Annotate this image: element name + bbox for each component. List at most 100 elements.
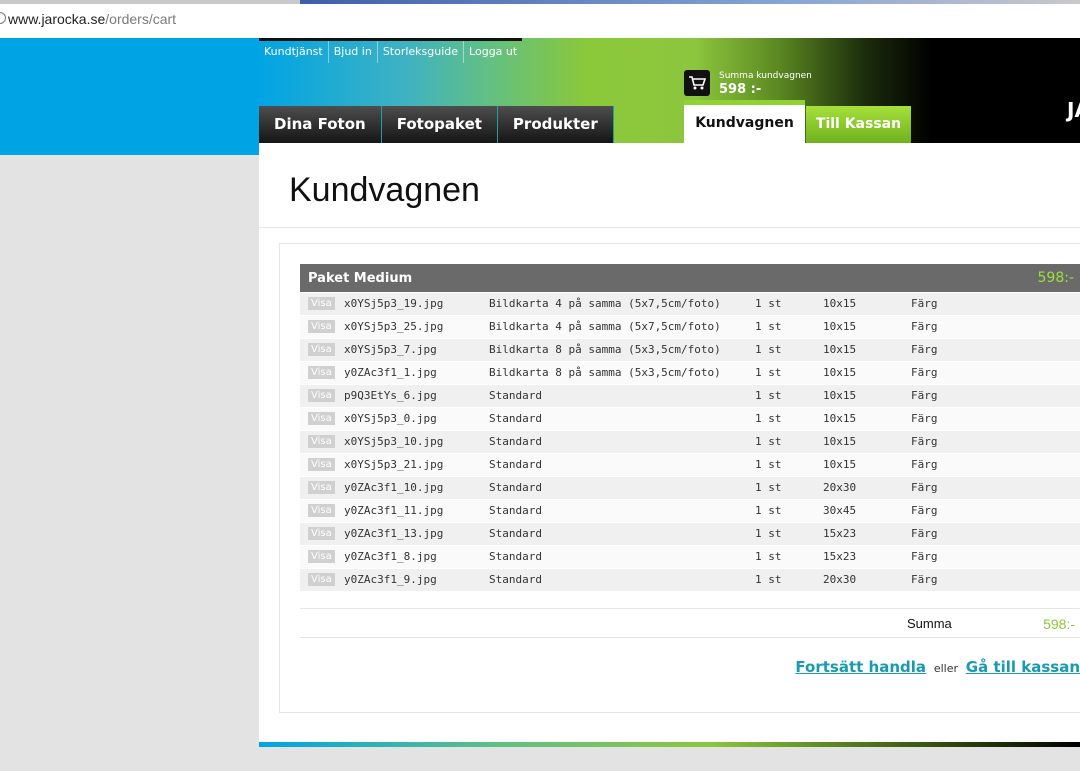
tab-dina-foton[interactable]: Dina Foton bbox=[259, 106, 382, 143]
view-button[interactable]: Visa bbox=[308, 458, 335, 471]
product-name: Standard bbox=[489, 550, 542, 563]
cart-row: Visa y0ZAc3f1_1.jpg Bildkarta 8 på samma (… bbox=[300, 362, 1080, 385]
cart-summary-amount: 598 :- bbox=[719, 82, 762, 97]
title-divider bbox=[259, 227, 1080, 228]
color-mode: Färg bbox=[911, 527, 938, 540]
product-name: Standard bbox=[489, 481, 542, 494]
topnav-logga-ut[interactable]: Logga ut bbox=[464, 41, 522, 63]
quantity: 1 st bbox=[755, 481, 782, 494]
cart-row: Visa x0YSj5p3_25.jpg Bildkarta 4 på samma … bbox=[300, 316, 1080, 339]
view-button[interactable]: Visa bbox=[308, 527, 335, 540]
quantity: 1 st bbox=[755, 366, 782, 379]
summary-value: 598:- bbox=[1043, 616, 1075, 632]
view-button[interactable]: Visa bbox=[308, 481, 335, 494]
cart-row: Visa y0ZAc3f1_9.jpg Standard 1 st 20x30 Färg bbox=[300, 569, 1080, 592]
file-name: x0YSj5p3_7.jpg bbox=[344, 343, 437, 356]
product-name: Standard bbox=[489, 573, 542, 586]
package-name: Paket Medium bbox=[308, 271, 413, 286]
file-name: y0ZAc3f1_8.jpg bbox=[344, 550, 437, 563]
left-blue-band bbox=[0, 38, 259, 155]
topnav-kundtjanst[interactable]: Kundtjänst bbox=[259, 41, 329, 63]
quantity: 1 st bbox=[755, 389, 782, 402]
product-name: Standard bbox=[489, 435, 542, 448]
url-domain: www.jarocka.se bbox=[8, 11, 106, 27]
topnav-storleksguide[interactable]: Storleksguide bbox=[378, 41, 465, 63]
color-mode: Färg bbox=[911, 366, 938, 379]
quantity: 1 st bbox=[755, 458, 782, 471]
color-mode: Färg bbox=[911, 343, 938, 356]
view-button[interactable]: Visa bbox=[308, 389, 335, 402]
file-name: y0ZAc3f1_13.jpg bbox=[344, 527, 444, 540]
go-to-checkout-link[interactable]: Gå till kassan bbox=[966, 658, 1080, 676]
color-mode: Färg bbox=[911, 550, 938, 563]
print-size: 30x45 bbox=[823, 504, 857, 517]
tab-produkter[interactable]: Produkter bbox=[497, 106, 614, 143]
file-name: x0YSj5p3_25.jpg bbox=[344, 320, 444, 333]
site-header: Kundtjänst Bjud in Storleksguide Logga u… bbox=[259, 38, 1080, 143]
cart-summary[interactable]: Summa kundvagnen 598 :- bbox=[684, 70, 844, 98]
color-mode: Färg bbox=[911, 412, 938, 425]
print-size: 15x23 bbox=[823, 527, 857, 540]
view-button[interactable]: Visa bbox=[308, 550, 335, 563]
product-name: Standard bbox=[489, 527, 542, 540]
view-button[interactable]: Visa bbox=[308, 366, 335, 379]
site-logo[interactable]: JA bbox=[1067, 98, 1080, 122]
product-name: Bildkarta 4 på samma (5x7,5cm/foto) bbox=[489, 320, 721, 333]
url-field[interactable]: www.jarocka.se/orders/cart bbox=[8, 11, 176, 27]
cart-row: Visa p9Q3EtYs_6.jpg Standard 1 st 10x15 Färg bbox=[300, 385, 1080, 408]
topnav-bjud-in[interactable]: Bjud in bbox=[329, 41, 378, 63]
color-mode: Färg bbox=[911, 573, 938, 586]
quantity: 1 st bbox=[755, 343, 782, 356]
file-name: y0ZAc3f1_9.jpg bbox=[344, 573, 437, 586]
view-button[interactable]: Visa bbox=[308, 297, 335, 310]
color-mode: Färg bbox=[911, 435, 938, 448]
main-tabs: Dina Foton Fotopaket Produkter bbox=[259, 106, 614, 143]
cart-row: Visa x0YSj5p3_0.jpg Standard 1 st 10x15 Färg bbox=[300, 408, 1080, 431]
cart-row: Visa y0ZAc3f1_10.jpg Standard 1 st 20x30 Färg bbox=[300, 477, 1080, 500]
summary-label: Summa bbox=[907, 616, 952, 631]
product-name: Bildkarta 4 på samma (5x7,5cm/foto) bbox=[489, 297, 721, 310]
cart-row: Visa y0ZAc3f1_13.jpg Standard 1 st 15x23 Färg bbox=[300, 523, 1080, 546]
print-size: 10x15 bbox=[823, 366, 857, 379]
product-name: Standard bbox=[489, 458, 542, 471]
quantity: 1 st bbox=[755, 297, 782, 310]
view-button[interactable]: Visa bbox=[308, 343, 335, 356]
print-size: 10x15 bbox=[823, 320, 857, 333]
browser-tab-strip bbox=[0, 0, 1080, 4]
tab-fotopaket[interactable]: Fotopaket bbox=[381, 106, 498, 143]
print-size: 10x15 bbox=[823, 389, 857, 402]
product-name: Standard bbox=[489, 389, 542, 402]
product-name: Bildkarta 8 på samma (5x3,5cm/foto) bbox=[489, 343, 721, 356]
top-nav: Kundtjänst Bjud in Storleksguide Logga u… bbox=[259, 38, 523, 65]
page-title: Kundvagnen bbox=[289, 171, 480, 209]
color-mode: Färg bbox=[911, 458, 938, 471]
package-price: 598:- bbox=[1037, 270, 1075, 286]
file-name: y0ZAc3f1_11.jpg bbox=[344, 504, 444, 517]
view-button[interactable]: Visa bbox=[308, 573, 335, 586]
tab-till-kassan[interactable]: Till Kassan bbox=[806, 106, 911, 143]
color-mode: Färg bbox=[911, 504, 938, 517]
print-size: 10x15 bbox=[823, 343, 857, 356]
continue-shopping-link[interactable]: Fortsätt handla bbox=[795, 658, 926, 676]
package-header: Paket Medium 598:- bbox=[300, 264, 1080, 292]
quantity: 1 st bbox=[755, 527, 782, 540]
file-name: y0ZAc3f1_10.jpg bbox=[344, 481, 444, 494]
quantity: 1 st bbox=[755, 573, 782, 586]
cart-rows: Visa x0YSj5p3_19.jpg Bildkarta 4 på samma … bbox=[300, 293, 1080, 592]
print-size: 20x30 bbox=[823, 573, 857, 586]
view-button[interactable]: Visa bbox=[308, 320, 335, 333]
tab-kundvagnen[interactable]: Kundvagnen bbox=[684, 100, 805, 143]
quantity: 1 st bbox=[755, 435, 782, 448]
cart-row: Visa x0YSj5p3_10.jpg Standard 1 st 10x15 Färg bbox=[300, 431, 1080, 454]
view-button[interactable]: Visa bbox=[308, 435, 335, 448]
file-name: x0YSj5p3_21.jpg bbox=[344, 458, 444, 471]
cart-row: Visa x0YSj5p3_21.jpg Standard 1 st 10x15 Färg bbox=[300, 454, 1080, 477]
print-size: 10x15 bbox=[823, 297, 857, 310]
print-size: 20x30 bbox=[823, 481, 857, 494]
view-button[interactable]: Visa bbox=[308, 504, 335, 517]
or-text: eller bbox=[933, 662, 958, 675]
cart-icon bbox=[684, 70, 710, 96]
cart-row: Visa x0YSj5p3_7.jpg Bildkarta 8 på samma (… bbox=[300, 339, 1080, 362]
view-button[interactable]: Visa bbox=[308, 412, 335, 425]
product-name: Standard bbox=[489, 412, 542, 425]
